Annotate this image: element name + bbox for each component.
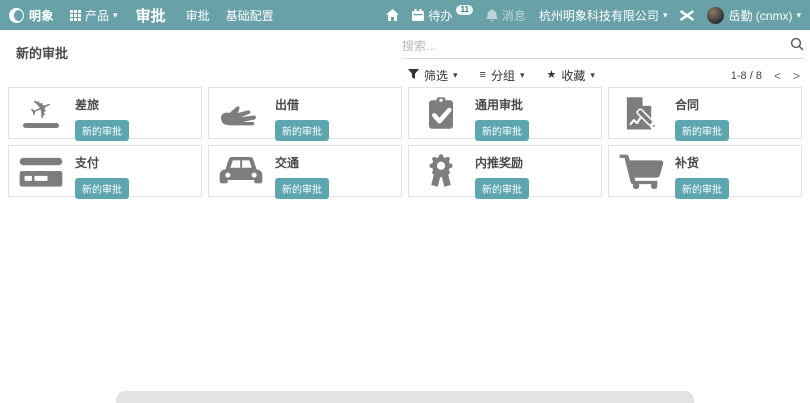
products-menu[interactable]: 产品 ▾ [70,7,118,24]
new-approval-button[interactable]: 新的审批 [75,120,129,141]
approval-type-card-business-trip[interactable]: ✈ 差旅 新的审批 [8,87,202,141]
hand-holding-icon [215,92,267,134]
chevron-down-icon: ▾ [453,70,458,80]
todo-menu[interactable]: 待办 11 [412,4,473,24]
brand-name[interactable]: 明象 [29,7,54,24]
new-approval-button[interactable]: 新的审批 [475,178,529,199]
user-name: 岳勤 (cnmx) [728,8,793,23]
new-approval-button[interactable]: 新的审批 [675,178,729,199]
card-title: 通用审批 [475,98,524,112]
home-icon[interactable] [386,9,400,21]
current-app-title: 审批 [135,7,166,25]
menu-item-configuration[interactable]: 基础配置 [226,7,274,24]
brand-logo-icon[interactable] [9,7,24,23]
pager-previous-icon[interactable]: < [774,69,781,83]
filters-label: 筛选 [424,69,449,83]
messages-menu[interactable]: 消息 [486,7,526,24]
search-bar [402,34,804,59]
company-switcher[interactable]: 杭州明象科技有限公司 ▾ [539,7,668,24]
new-approval-button[interactable]: 新的审批 [75,178,129,199]
new-approval-button[interactable]: 新的审批 [275,178,329,199]
grid-icon [70,9,82,21]
filters-button[interactable]: 筛选 ▾ [408,67,458,84]
bell-icon [486,8,498,22]
menu-item-approvals[interactable]: 审批 [186,7,210,24]
chevron-down-icon: ▾ [662,9,668,20]
card-title: 补货 [675,156,700,170]
approval-type-card-lending[interactable]: 出借 新的审批 [208,87,402,141]
company-name: 杭州明象科技有限公司 [538,8,659,23]
plane-departure-icon: ✈ [23,90,59,128]
group-by-label: 分组 [490,69,515,83]
car-icon [215,150,267,192]
chevron-down-icon: ▾ [590,70,595,80]
approval-type-card-contract[interactable]: 合同 新的审批 [608,87,802,141]
chevron-down-icon: ▾ [113,9,118,20]
control-panel: 新的审批 筛选 ▾ ≡ 分组 ▾ ★ 收藏 ▾ 1-8 / 8 < > [0,30,810,88]
clipboard-check-icon [415,92,467,134]
navbar-right: 待办 11 消息 杭州明象科技有限公司 ▾ 岳勤 (cnmx) ▾ [386,4,801,24]
todo-label: 待办 [428,8,453,23]
bars-icon: ≡ [479,69,486,81]
approval-types-grid: ✈ 差旅 新的审批 出借 新的审批 通用审批 新的审批 合同 新的审批 支付 新… [8,87,802,199]
card-title: 出借 [275,98,300,112]
star-icon: ★ [546,69,557,81]
search-options: 筛选 ▾ ≡ 分组 ▾ ★ 收藏 ▾ [408,67,595,84]
messages-label: 消息 [501,8,526,23]
group-by-button[interactable]: ≡ 分组 ▾ [480,67,525,84]
card-title: 交通 [275,156,300,170]
award-icon [415,150,467,192]
page-title: 新的审批 [16,46,69,61]
search-input[interactable] [402,39,790,53]
credit-card-icon [15,150,67,192]
pager: 1-8 / 8 < > [731,69,800,83]
favorites-label: 收藏 [561,69,586,83]
new-approval-button[interactable]: 新的审批 [475,120,529,141]
pager-next-icon[interactable]: > [793,69,800,83]
calendar-icon [412,9,425,21]
approval-type-card-payment[interactable]: 支付 新的审批 [8,145,202,199]
tools-icon[interactable] [680,9,695,22]
approval-type-card-transportation[interactable]: 交通 新的审批 [208,145,402,199]
filter-funnel-icon [408,68,419,83]
search-icon[interactable] [790,37,804,56]
card-title: 差旅 [75,98,100,112]
todo-count-badge: 11 [456,4,473,16]
chevron-down-icon: ▾ [519,70,525,80]
top-navbar: 明象 产品 ▾ 审批 审批 基础配置 待办 11 消息 杭州明象科技有限公司 ▾… [0,0,810,30]
shopping-cart-icon [615,150,667,192]
card-title: 支付 [75,156,100,170]
approval-type-card-referral-reward[interactable]: 内推奖励 新的审批 [408,145,602,199]
new-approval-button[interactable]: 新的审批 [675,120,729,141]
user-menu[interactable]: 岳勤 (cnmx) ▾ [707,6,801,24]
user-avatar [707,6,725,24]
approval-type-card-replenishment[interactable]: 补货 新的审批 [608,145,802,199]
chevron-down-icon: ▾ [796,9,801,20]
contract-icon [615,92,667,134]
products-label: 产品 [85,8,110,23]
new-approval-button[interactable]: 新的审批 [275,120,329,141]
card-title: 合同 [675,98,700,112]
pager-range: 1-8 / 8 [730,70,762,82]
bottom-frame-bar [116,391,694,403]
card-title: 内推奖励 [475,156,524,170]
favorites-button[interactable]: ★ 收藏 ▾ [547,67,595,84]
approval-type-card-general[interactable]: 通用审批 新的审批 [408,87,602,141]
